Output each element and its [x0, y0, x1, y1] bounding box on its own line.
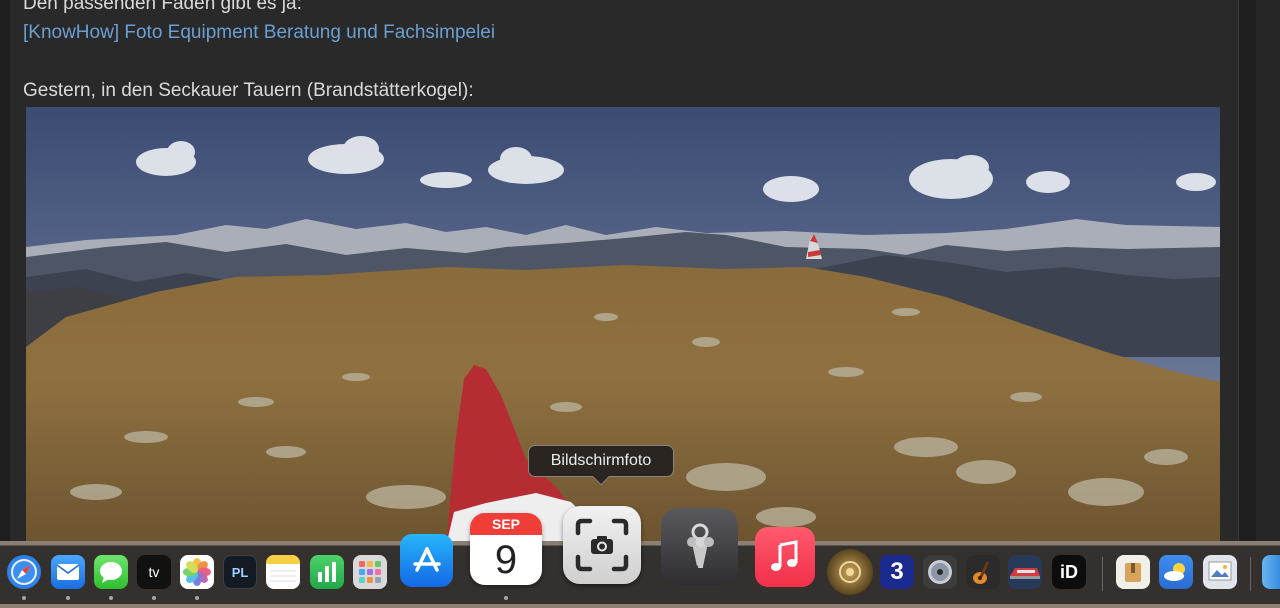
screenshot-icon[interactable]: [563, 506, 641, 584]
calendar-day: 9: [494, 537, 518, 582]
app-store-icon[interactable]: [400, 534, 453, 587]
theater-app-icon[interactable]: [827, 549, 873, 595]
id-label: iD: [1060, 561, 1078, 582]
calendar-icon[interactable]: SEP 9: [470, 513, 542, 585]
dock-separator: [1250, 557, 1251, 591]
notes-icon[interactable]: [266, 555, 300, 589]
channel-3-label: 3: [890, 558, 904, 585]
dxo-label: PL: [231, 564, 249, 580]
running-indicator: [195, 596, 199, 600]
running-indicator: [152, 596, 156, 600]
running-indicator: [504, 596, 508, 600]
dock-separator: [1102, 557, 1103, 591]
channel-3-icon[interactable]: 3: [880, 555, 914, 589]
finder-icon[interactable]: [1262, 555, 1280, 589]
calendar-month: SEP: [470, 513, 542, 535]
knowhow-thread-link[interactable]: [KnowHow] Foto Equipment Beratung und Fa…: [23, 22, 495, 44]
mountain-photo[interactable]: [26, 107, 1220, 546]
post-text-line: Gestern, in den Seckauer Tauern (Brandst…: [23, 80, 474, 101]
dock-tooltip: Bildschirmfoto: [528, 445, 674, 477]
music-icon[interactable]: [755, 527, 815, 587]
apple-tv-icon[interactable]: tv: [137, 555, 171, 589]
id-app-icon[interactable]: iD: [1052, 555, 1086, 589]
train-app-icon[interactable]: [1008, 555, 1042, 589]
weather-icon[interactable]: [1159, 555, 1193, 589]
preview-icon[interactable]: [1203, 555, 1237, 589]
mail-icon[interactable]: [51, 555, 85, 589]
running-indicator: [66, 596, 70, 600]
disk-app-icon[interactable]: [923, 555, 957, 589]
running-indicator: [109, 596, 113, 600]
photos-icon[interactable]: [180, 555, 214, 589]
window-right-edge: [1256, 0, 1280, 608]
garageband-icon[interactable]: [966, 555, 1000, 589]
archive-utility-icon[interactable]: [1116, 555, 1150, 589]
post-text-line: Den passenden Faden gibt es ja:: [23, 0, 302, 14]
safari-icon[interactable]: [7, 555, 41, 589]
dxo-photolab-icon[interactable]: PL: [223, 555, 257, 589]
running-indicator: [22, 596, 26, 600]
keychain-access-icon[interactable]: [661, 508, 738, 585]
messages-icon[interactable]: [94, 555, 128, 589]
numbers-icon[interactable]: [310, 555, 344, 589]
tv-label: tv: [148, 564, 160, 580]
launchpad-icon[interactable]: [353, 555, 387, 589]
